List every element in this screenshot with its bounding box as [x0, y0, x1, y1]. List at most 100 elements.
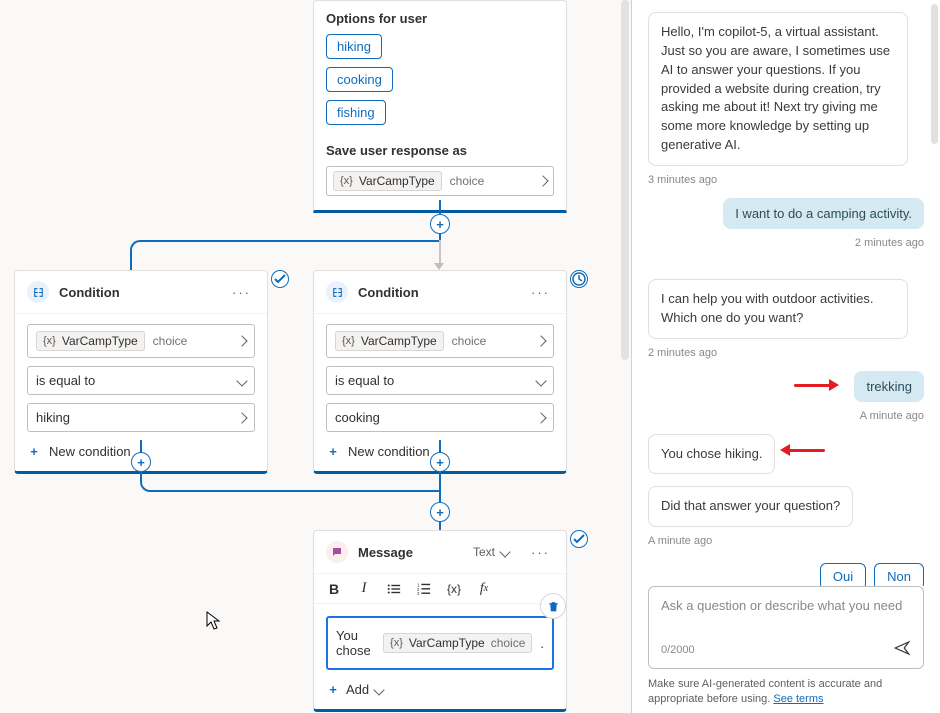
timestamp: 3 minutes ago	[648, 174, 717, 186]
operator-value: is equal to	[335, 373, 394, 388]
variable-name: VarCampType	[359, 174, 435, 188]
variable-pill: {x} VarCampType	[333, 171, 442, 191]
variable-name: VarCampType	[62, 334, 138, 348]
chevron-down-icon	[373, 684, 384, 695]
condition-value: hiking	[36, 410, 70, 425]
send-button[interactable]	[893, 639, 911, 660]
chevron-down-icon	[499, 546, 510, 557]
chat-scrollbar[interactable]	[931, 4, 938, 144]
arrow-down-icon	[434, 263, 444, 270]
connector	[140, 440, 142, 452]
add-node-button-b[interactable]: +	[430, 452, 450, 472]
branch-icon	[27, 281, 49, 303]
save-response-variable-picker[interactable]: {x} VarCampType choice	[326, 166, 554, 196]
variable-name: VarCampType	[361, 334, 437, 348]
message-title: Message	[358, 545, 463, 560]
bot-message: You chose hiking.	[648, 434, 775, 475]
option-chip-hiking[interactable]: hiking	[326, 34, 382, 59]
canvas-scrollbar[interactable]	[621, 0, 629, 360]
timestamp: A minute ago	[648, 535, 712, 547]
condition-variable-picker[interactable]: {x} VarCampType choice	[27, 324, 255, 358]
condition-operator-select[interactable]: is equal to	[27, 366, 255, 395]
connector	[150, 490, 440, 492]
more-menu-button[interactable]: ···	[527, 285, 554, 300]
chat-char-counter: 0/2000	[661, 644, 695, 656]
add-node-button-merge[interactable]: +	[430, 502, 450, 522]
message-type-select[interactable]: Text	[473, 545, 509, 559]
message-icon	[326, 541, 348, 563]
condition-value-input[interactable]: cooking	[326, 403, 554, 432]
ask-options-node[interactable]: Options for user hiking cooking fishing …	[313, 0, 567, 213]
message-text-input[interactable]: You chose {x} VarCampType choice .	[326, 616, 554, 670]
condition-title: Condition	[358, 285, 517, 300]
user-message: I want to do a camping activity.	[723, 198, 924, 229]
connector	[439, 440, 441, 452]
condition-operator-select[interactable]: is equal to	[326, 366, 554, 395]
status-history-icon	[570, 270, 588, 288]
message-node[interactable]: Message Text ··· B I 123 {x} fx	[313, 530, 567, 712]
branch-icon	[326, 281, 348, 303]
chat-input[interactable]: Ask a question or describe what you need…	[648, 586, 924, 669]
more-menu-button[interactable]: ···	[228, 285, 255, 300]
connector	[130, 250, 132, 270]
annotation-arrow-icon	[794, 379, 839, 391]
bot-message: I can help you with outdoor activities. …	[648, 279, 908, 339]
timestamp: 2 minutes ago	[855, 237, 924, 249]
option-chip-cooking[interactable]: cooking	[326, 67, 393, 92]
quick-reply-oui[interactable]: Oui	[820, 563, 866, 586]
condition-variable-picker[interactable]: {x} VarCampType choice	[326, 324, 554, 358]
connector	[439, 200, 441, 214]
message-text-suffix: .	[540, 636, 544, 651]
plus-icon: +	[27, 445, 41, 459]
new-condition-label: New condition	[49, 444, 131, 459]
variable-pill: {x} VarCampType	[335, 331, 444, 351]
add-label: Add	[346, 682, 369, 697]
variable-name: VarCampType	[409, 636, 485, 650]
italic-button[interactable]: I	[356, 580, 372, 597]
variable-type: choice	[153, 334, 188, 348]
variable-icon: {x}	[340, 175, 353, 187]
insert-variable-button[interactable]: {x}	[446, 582, 462, 596]
quick-reply-non[interactable]: Non	[874, 563, 924, 586]
disclaimer-text: Make sure AI-generated content is accura…	[648, 678, 882, 705]
bullet-list-button[interactable]	[386, 582, 402, 596]
timestamp: A minute ago	[860, 410, 924, 422]
condition-value-input[interactable]: hiking	[27, 403, 255, 432]
numbered-list-button[interactable]: 123	[416, 582, 432, 596]
more-menu-button[interactable]: ···	[527, 545, 554, 560]
chevron-right-icon	[535, 335, 546, 346]
condition-title: Condition	[59, 285, 218, 300]
message-text-prefix: You chose	[336, 628, 375, 658]
variable-icon: {x}	[342, 335, 355, 347]
bot-message: Did that answer your question?	[648, 486, 853, 527]
add-message-variation-button[interactable]: + Add	[314, 682, 566, 709]
variable-type: choice	[491, 636, 526, 650]
authoring-canvas[interactable]: Options for user hiking cooking fishing …	[0, 0, 632, 713]
chevron-right-icon	[236, 412, 247, 423]
add-node-button-top[interactable]: +	[430, 214, 450, 234]
status-check-icon	[570, 530, 588, 548]
see-terms-link[interactable]: See terms	[773, 693, 823, 705]
chat-input-placeholder: Ask a question or describe what you need	[661, 597, 911, 633]
add-node-button-a[interactable]: +	[131, 452, 151, 472]
option-chip-fishing[interactable]: fishing	[326, 100, 386, 125]
new-condition-label: New condition	[348, 444, 430, 459]
svg-text:3: 3	[417, 591, 420, 596]
options-title: Options for user	[326, 11, 554, 26]
condition-value: cooking	[335, 410, 380, 425]
mouse-cursor-icon	[206, 611, 222, 631]
bold-button[interactable]: B	[326, 581, 342, 597]
chevron-right-icon	[236, 335, 247, 346]
user-message: trekking	[854, 371, 924, 402]
save-response-label: Save user response as	[326, 143, 554, 158]
connector	[439, 240, 441, 264]
chevron-right-icon	[535, 412, 546, 423]
delete-variation-button[interactable]	[540, 593, 566, 619]
operator-value: is equal to	[36, 373, 95, 388]
message-type-label: Text	[473, 545, 495, 559]
timestamp: 2 minutes ago	[648, 347, 717, 359]
insert-formula-button[interactable]: fx	[476, 581, 492, 597]
status-check-icon	[271, 270, 289, 288]
variable-token[interactable]: {x} VarCampType choice	[383, 633, 532, 653]
variable-type: choice	[452, 334, 487, 348]
